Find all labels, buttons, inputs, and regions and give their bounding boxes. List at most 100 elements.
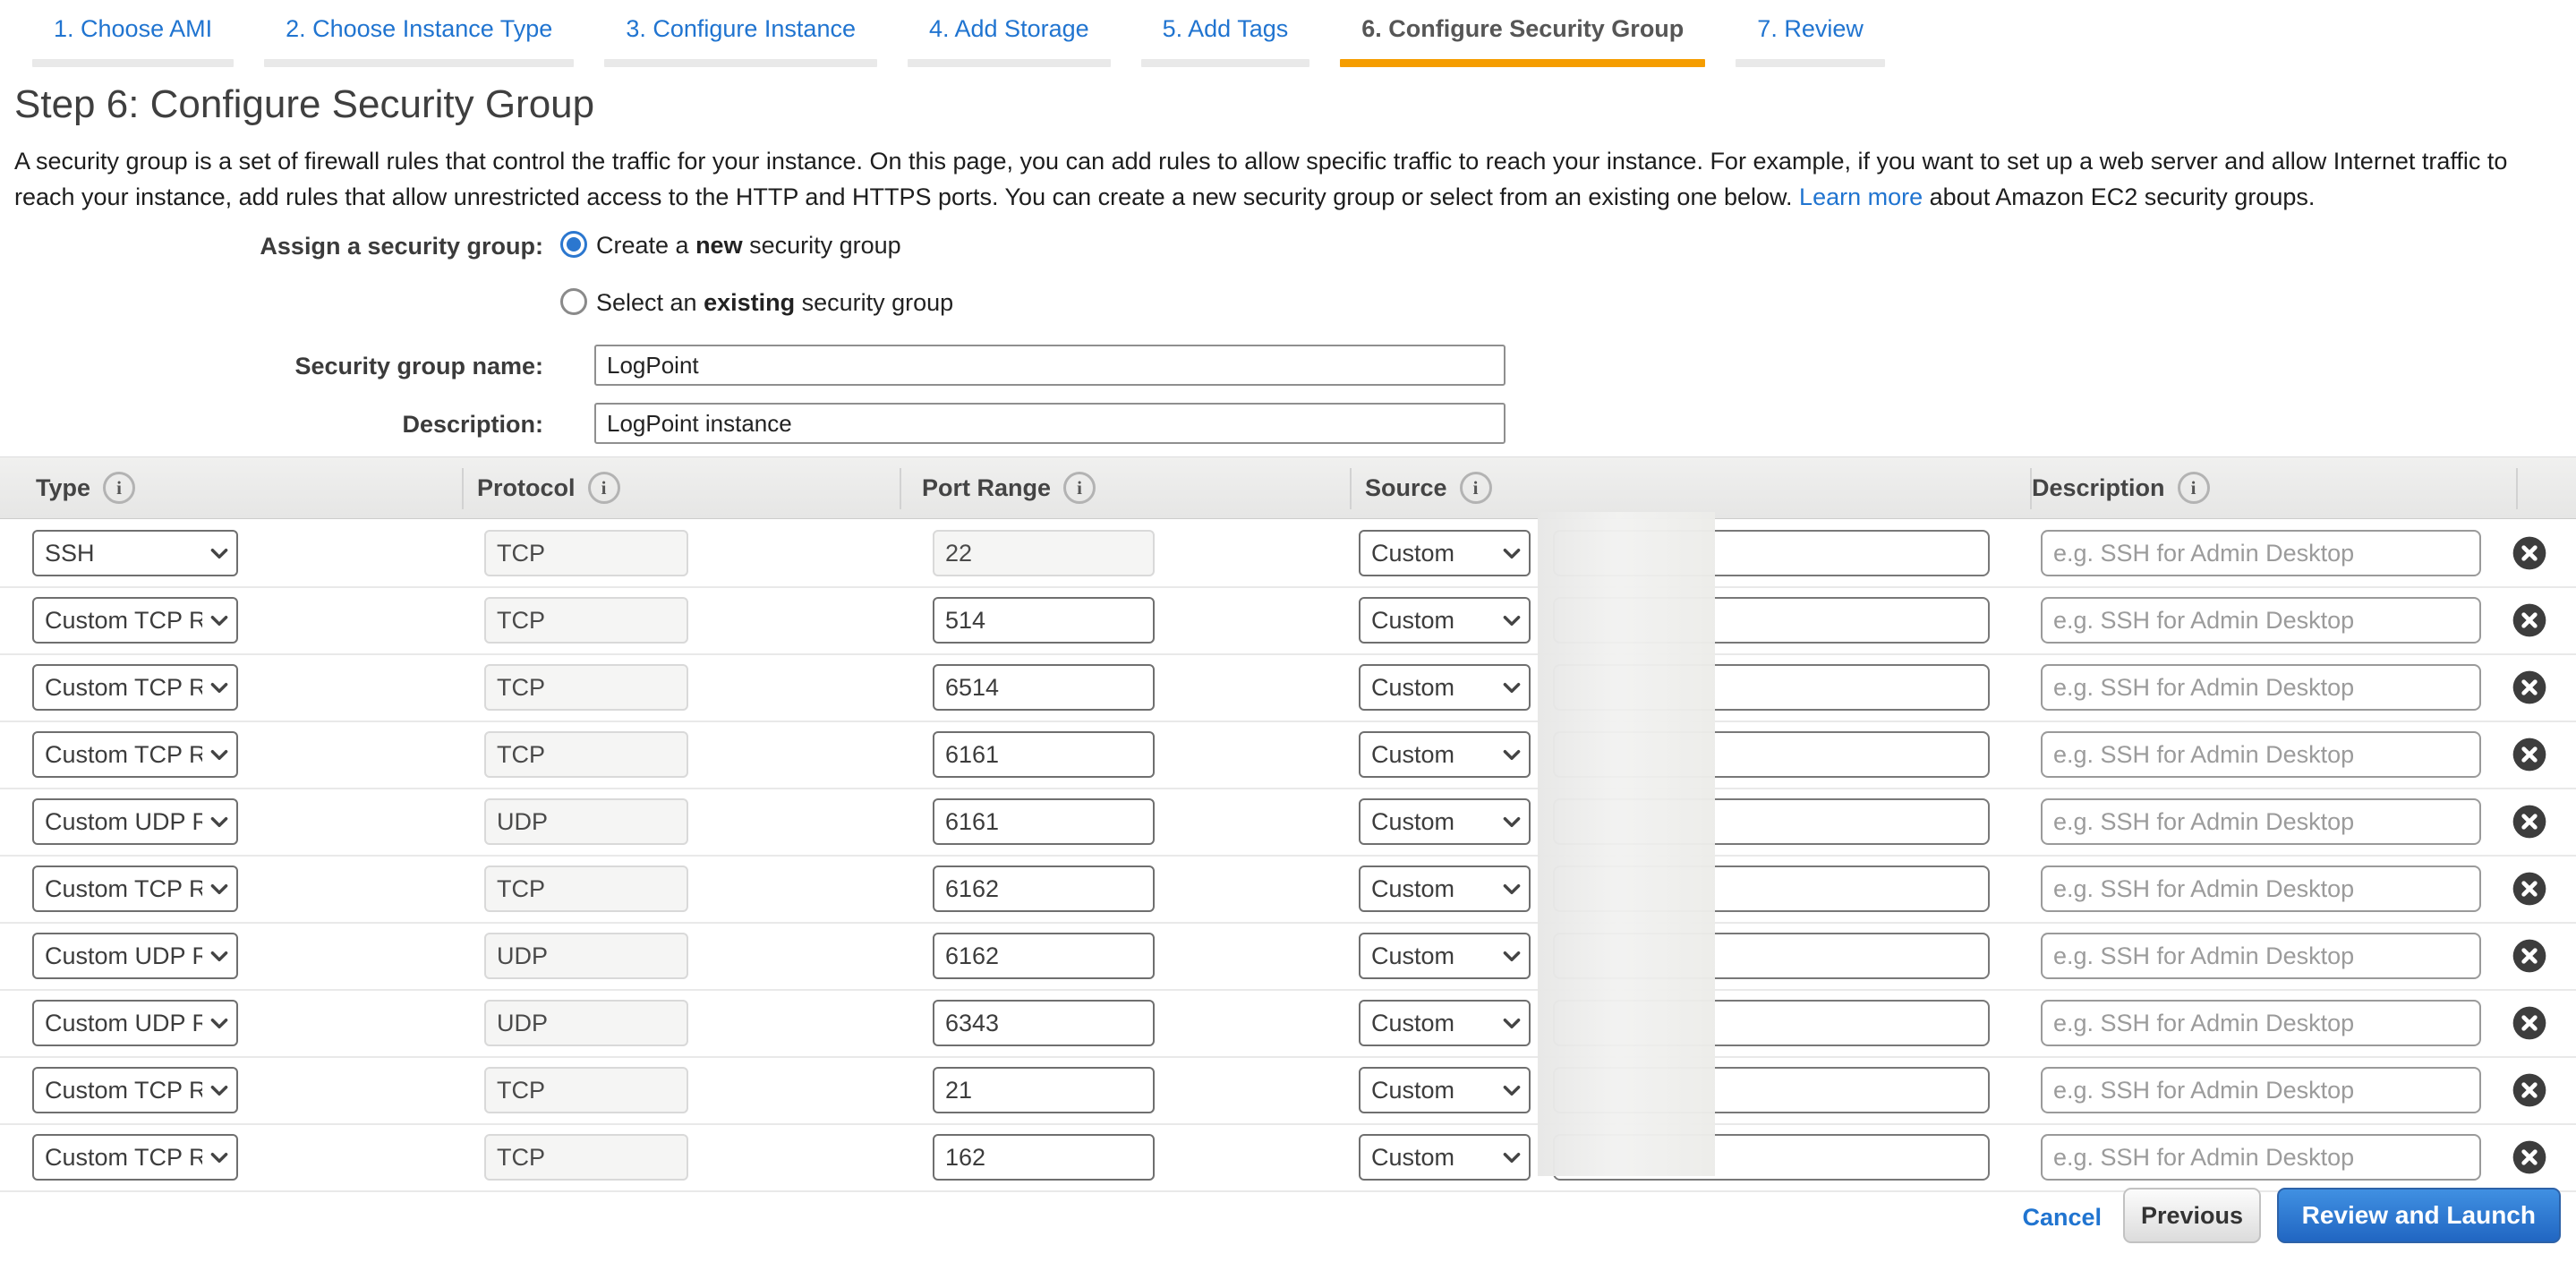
rules-table-header: Typei Protocoli Port Rangei Sourcei Desc… <box>0 456 2576 519</box>
type-select-wrap: Custom TCP Rule <box>32 1067 238 1113</box>
security-rule-row: Custom TCP Rule Custom <box>0 1125 2576 1192</box>
delete-rule-button[interactable] <box>2512 535 2547 571</box>
source-select-wrap: Custom <box>1359 597 1531 644</box>
delete-rule-button[interactable] <box>2512 1005 2547 1041</box>
rule-description-input[interactable] <box>2041 865 2481 912</box>
info-icon[interactable]: i <box>1460 472 1492 504</box>
tab-configure-security-group[interactable]: 6. Configure Security Group <box>1340 11 1705 67</box>
source-select-wrap: Custom <box>1359 664 1531 711</box>
rule-type-select[interactable]: Custom TCP Rule <box>32 731 238 778</box>
info-icon[interactable]: i <box>2178 472 2210 504</box>
review-and-launch-button[interactable]: Review and Launch <box>2277 1188 2561 1243</box>
type-select-wrap: Custom TCP Rule <box>32 1134 238 1181</box>
rule-description-input[interactable] <box>2041 1000 2481 1046</box>
radio-create-new-label: Create a new security group <box>596 232 901 260</box>
port-range-input[interactable] <box>933 798 1155 845</box>
delete-rule-button[interactable] <box>2512 1139 2547 1175</box>
port-range-input[interactable] <box>933 933 1155 979</box>
tab-underline <box>1736 59 1885 67</box>
type-select-wrap: Custom TCP Rule <box>32 664 238 711</box>
port-range-input[interactable] <box>933 1000 1155 1046</box>
delete-rule-button[interactable] <box>2512 871 2547 907</box>
delete-rule-button[interactable] <box>2512 737 2547 772</box>
type-select-wrap: SSH <box>32 530 238 576</box>
source-type-select[interactable]: Custom <box>1359 1134 1531 1181</box>
rule-type-select[interactable]: Custom TCP Rule <box>32 664 238 711</box>
rule-description-input[interactable] <box>2041 1067 2481 1113</box>
rule-description-input[interactable] <box>2041 731 2481 778</box>
learn-more-link[interactable]: Learn more <box>1799 183 1923 210</box>
radio-create-new-security-group[interactable] <box>560 231 587 258</box>
port-range-input[interactable] <box>933 597 1155 644</box>
radio-select-existing-label: Select an existing security group <box>596 289 953 317</box>
source-type-select[interactable]: Custom <box>1359 664 1531 711</box>
delete-rule-button[interactable] <box>2512 669 2547 705</box>
type-select-wrap: Custom TCP Rule <box>32 597 238 644</box>
rule-description-input[interactable] <box>2041 933 2481 979</box>
tab-underline <box>1141 59 1310 67</box>
source-type-select[interactable]: Custom <box>1359 933 1531 979</box>
radio-select-existing-security-group[interactable] <box>560 288 587 315</box>
delete-rule-button[interactable] <box>2512 602 2547 638</box>
info-icon[interactable]: i <box>1063 472 1096 504</box>
port-range-input[interactable] <box>933 865 1155 912</box>
column-separator <box>462 468 464 509</box>
tab-label: 1. Choose AMI <box>32 11 234 47</box>
rule-description-input[interactable] <box>2041 1134 2481 1181</box>
tab-add-storage[interactable]: 4. Add Storage <box>908 11 1111 67</box>
tab-add-tags[interactable]: 5. Add Tags <box>1141 11 1310 67</box>
tab-underline <box>908 59 1111 67</box>
cancel-link[interactable]: Cancel <box>2022 1204 2102 1232</box>
protocol-input <box>484 865 688 912</box>
tab-label: 3. Configure Instance <box>604 11 877 47</box>
source-type-select[interactable]: Custom <box>1359 865 1531 912</box>
intro-paragraph: A security group is a set of firewall ru… <box>14 143 2562 215</box>
source-type-select[interactable]: Custom <box>1359 1000 1531 1046</box>
security-rule-row: Custom TCP Rule Custom <box>0 655 2576 722</box>
port-range-input[interactable] <box>933 664 1155 711</box>
port-range-input[interactable] <box>933 1134 1155 1181</box>
protocol-input <box>484 731 688 778</box>
delete-rule-button[interactable] <box>2512 938 2547 974</box>
rule-type-select[interactable]: Custom TCP Rule <box>32 1134 238 1181</box>
delete-x-icon <box>2512 1005 2547 1041</box>
rule-type-select[interactable]: SSH <box>32 530 238 576</box>
source-type-select[interactable]: Custom <box>1359 597 1531 644</box>
tab-review[interactable]: 7. Review <box>1736 11 1885 67</box>
previous-button[interactable]: Previous <box>2123 1188 2261 1243</box>
info-icon[interactable]: i <box>103 472 135 504</box>
source-type-select[interactable]: Custom <box>1359 798 1531 845</box>
port-range-input[interactable] <box>933 1067 1155 1113</box>
security-rule-row: SSH Custom <box>0 521 2576 588</box>
source-type-select[interactable]: Custom <box>1359 731 1531 778</box>
rule-description-input[interactable] <box>2041 597 2481 644</box>
security-rule-row: Custom TCP Rule Custom <box>0 588 2576 655</box>
rule-description-input[interactable] <box>2041 530 2481 576</box>
port-range-input[interactable] <box>933 731 1155 778</box>
source-type-select[interactable]: Custom <box>1359 1067 1531 1113</box>
rule-description-input[interactable] <box>2041 798 2481 845</box>
security-group-name-input[interactable] <box>594 345 1506 386</box>
tab-choose-ami[interactable]: 1. Choose AMI <box>32 11 234 67</box>
security-group-description-input[interactable] <box>594 403 1506 444</box>
info-icon[interactable]: i <box>588 472 620 504</box>
column-separator <box>2030 468 2032 509</box>
rule-type-select[interactable]: Custom UDP Rule <box>32 1000 238 1046</box>
rule-description-input[interactable] <box>2041 664 2481 711</box>
delete-x-icon <box>2512 602 2547 638</box>
intro-tail: about Amazon EC2 security groups. <box>1923 183 2315 210</box>
rule-type-select[interactable]: Custom TCP Rule <box>32 1067 238 1113</box>
delete-rule-button[interactable] <box>2512 804 2547 840</box>
rule-type-select[interactable]: Custom TCP Rule <box>32 597 238 644</box>
type-select-wrap: Custom UDP Rule <box>32 933 238 979</box>
delete-rule-button[interactable] <box>2512 1072 2547 1108</box>
tab-choose-instance-type[interactable]: 2. Choose Instance Type <box>264 11 574 67</box>
tab-configure-instance[interactable]: 3. Configure Instance <box>604 11 877 67</box>
protocol-input <box>484 1000 688 1046</box>
rule-type-select[interactable]: Custom UDP Rule <box>32 933 238 979</box>
source-type-select[interactable]: Custom <box>1359 530 1531 576</box>
protocol-input <box>484 597 688 644</box>
rule-type-select[interactable]: Custom TCP Rule <box>32 865 238 912</box>
rule-type-select[interactable]: Custom UDP Rule <box>32 798 238 845</box>
source-select-wrap: Custom <box>1359 798 1531 845</box>
